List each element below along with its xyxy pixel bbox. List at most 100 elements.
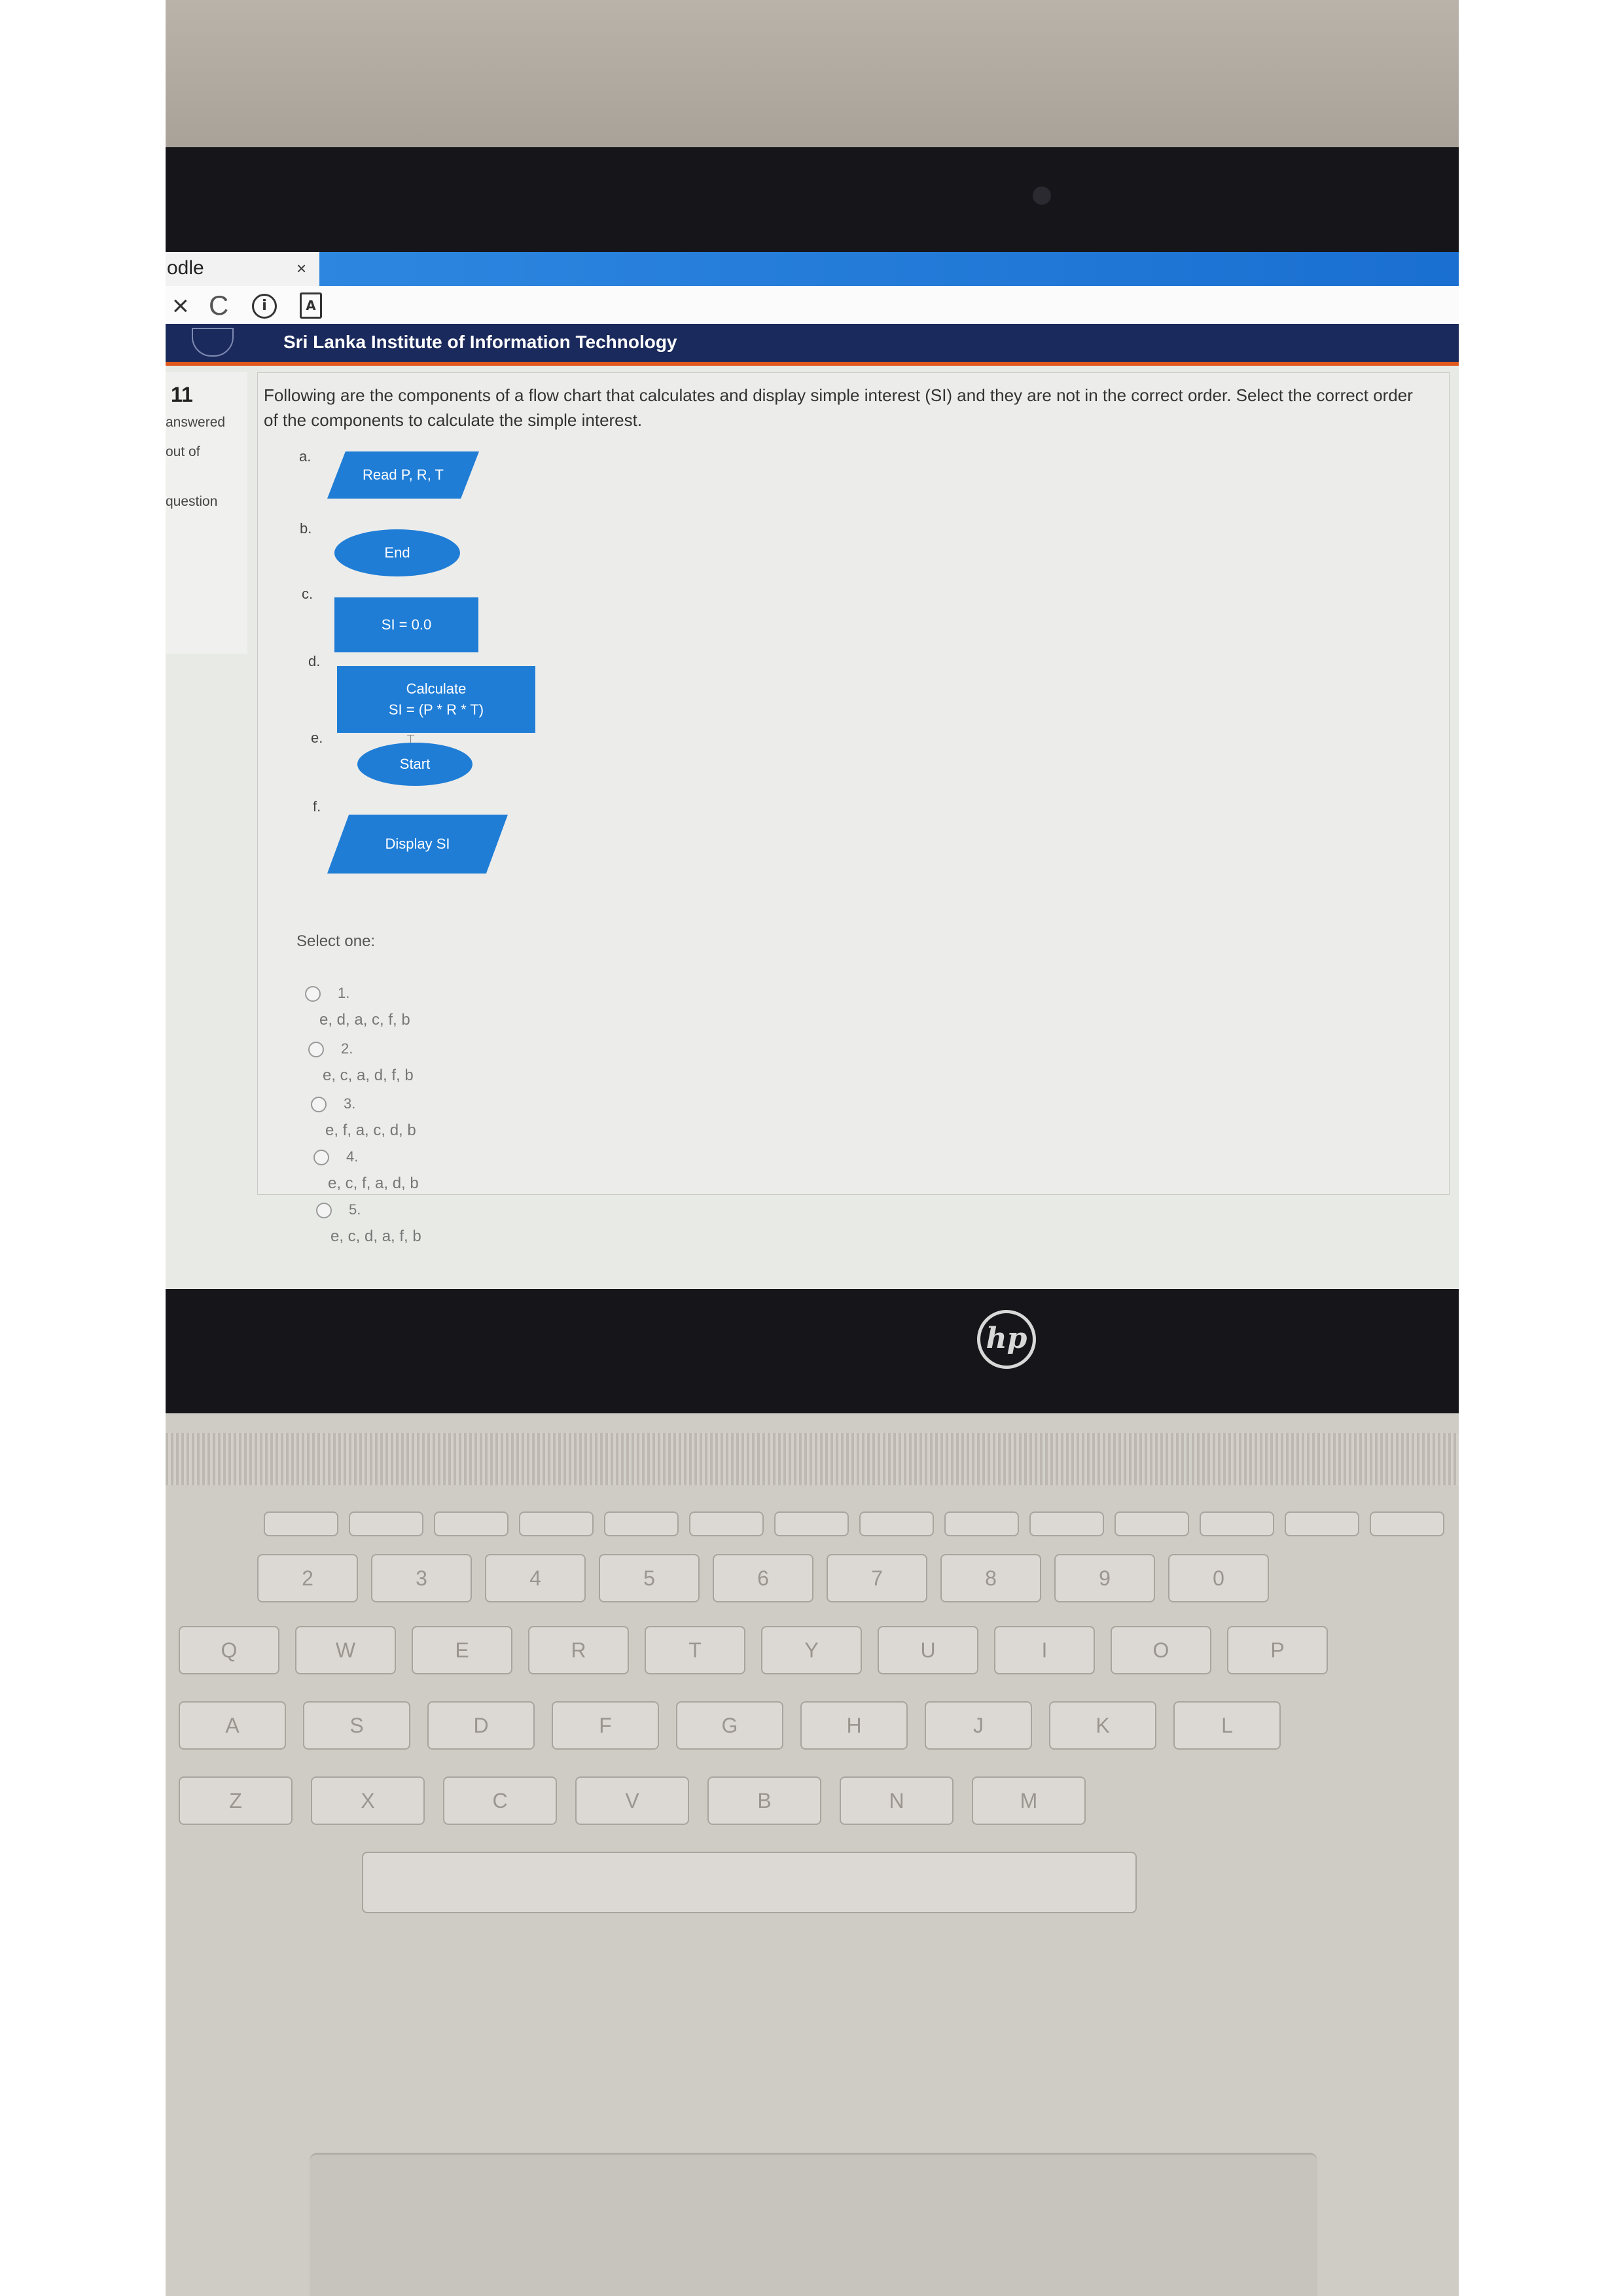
radio-button[interactable] [308, 1042, 324, 1057]
radio-button[interactable] [313, 1150, 329, 1165]
key-9: 9 [1054, 1554, 1155, 1602]
key-f: F [552, 1701, 659, 1750]
key-e: E [412, 1626, 512, 1674]
function-key [689, 1511, 764, 1536]
key-q: Q [179, 1626, 279, 1674]
function-key [1200, 1511, 1274, 1536]
function-key [1370, 1511, 1444, 1536]
answer-number: 1. [338, 985, 350, 1001]
key-r: R [528, 1626, 629, 1674]
key-s: S [303, 1701, 410, 1750]
component-start-terminal: Start [357, 743, 473, 786]
key-g: G [676, 1701, 783, 1750]
component-init-process: SI = 0.0 [334, 597, 478, 652]
key-l: L [1173, 1701, 1281, 1750]
key-z: Z [179, 1776, 293, 1825]
speaker-grille [166, 1433, 1459, 1485]
component-letter-d: d. [308, 653, 321, 669]
key-4: 4 [485, 1554, 586, 1602]
question-status: answered [166, 415, 226, 430]
function-key [434, 1511, 508, 1536]
laptop-photo: odle × × C i A Sri Lanka Institute of In… [166, 0, 1459, 2296]
key-y: Y [761, 1626, 862, 1674]
function-key [774, 1511, 849, 1536]
key-k: K [1049, 1701, 1156, 1750]
key-2: 2 [257, 1554, 358, 1602]
function-key [944, 1511, 1019, 1536]
component-end-terminal: End [334, 529, 460, 576]
key-h: H [800, 1701, 908, 1750]
component-letter-e: e. [311, 730, 323, 746]
keyboard-deck: 234567890 QWERTYUIOP ASDFGHJKL ZXCVBNM [166, 1413, 1459, 2296]
key-u: U [878, 1626, 978, 1674]
site-info-icon[interactable]: i [252, 294, 277, 319]
key-t: T [645, 1626, 745, 1674]
tab-bar-accent [319, 252, 1459, 286]
function-key [859, 1511, 934, 1536]
reload-icon[interactable]: C [209, 290, 228, 321]
answer-text: e, d, a, c, f, b [319, 1011, 410, 1029]
flag-question-link[interactable]: question [166, 494, 217, 510]
question-number: 11 [171, 383, 193, 406]
answer-text: e, c, a, d, f, b [323, 1067, 414, 1084]
component-calculate-process: Calculate SI = (P * R * T) [337, 666, 535, 733]
key-o: O [1111, 1626, 1211, 1674]
key-x: X [311, 1776, 425, 1825]
touchpad [310, 2153, 1317, 2296]
key-0: 0 [1168, 1554, 1269, 1602]
stop-icon[interactable]: × [172, 290, 189, 323]
radio-button[interactable] [305, 986, 321, 1002]
key-6: 6 [713, 1554, 813, 1602]
tab-strip: odle × [166, 252, 1459, 286]
institute-logo [192, 328, 234, 357]
key-c: C [443, 1776, 557, 1825]
radio-button[interactable] [316, 1203, 332, 1218]
question-info-panel: 11 answered out of question [166, 372, 247, 654]
answer-text: e, c, f, a, d, b [328, 1174, 419, 1192]
component-read-input: Read P, R, T [327, 451, 479, 499]
component-letter-b: b. [300, 520, 312, 537]
hp-logo: hp [977, 1310, 1036, 1369]
question-text: Following are the components of a flow c… [264, 385, 1413, 430]
answer-text: e, f, a, c, d, b [325, 1122, 416, 1139]
key-7: 7 [827, 1554, 927, 1602]
page-icon[interactable]: A [300, 292, 322, 319]
browser-tab-title[interactable]: odle [167, 257, 204, 279]
answer-text: e, c, d, a, f, b [330, 1227, 421, 1245]
key-m: M [972, 1776, 1086, 1825]
laptop-screen: odle × × C i A Sri Lanka Institute of In… [166, 252, 1459, 1289]
answer-number: 3. [344, 1095, 356, 1112]
function-key [1115, 1511, 1189, 1536]
component-letter-c: c. [302, 586, 313, 602]
key-d: D [427, 1701, 535, 1750]
quiz-content: 11 answered out of question Following ar… [166, 366, 1459, 1289]
function-key [349, 1511, 423, 1536]
answer-number: 4. [346, 1148, 359, 1165]
radio-button[interactable] [311, 1097, 327, 1112]
function-key [1029, 1511, 1104, 1536]
bottom-bezel: hp [166, 1289, 1459, 1413]
key-i: I [994, 1626, 1095, 1674]
tab-close-icon[interactable]: × [296, 258, 306, 279]
key-5: 5 [599, 1554, 700, 1602]
webcam [1033, 186, 1051, 205]
top-bezel [166, 147, 1459, 258]
select-one-label: Select one: [296, 932, 376, 950]
component-letter-a: a. [299, 448, 312, 465]
key-b: B [707, 1776, 821, 1825]
function-key [519, 1511, 594, 1536]
function-key [1285, 1511, 1359, 1536]
space-bar [362, 1852, 1137, 1913]
key-n: N [840, 1776, 954, 1825]
institute-name: Sri Lanka Institute of Information Techn… [283, 332, 677, 352]
key-j: J [925, 1701, 1032, 1750]
answer-number: 5. [349, 1201, 361, 1218]
key-3: 3 [371, 1554, 472, 1602]
key-v: V [575, 1776, 689, 1825]
answer-number: 2. [341, 1040, 353, 1057]
key-p: P [1227, 1626, 1328, 1674]
question-marks: out of [166, 444, 200, 459]
component-letter-f: f. [313, 798, 321, 815]
function-key [604, 1511, 679, 1536]
site-header: Sri Lanka Institute of Information Techn… [166, 324, 1459, 366]
